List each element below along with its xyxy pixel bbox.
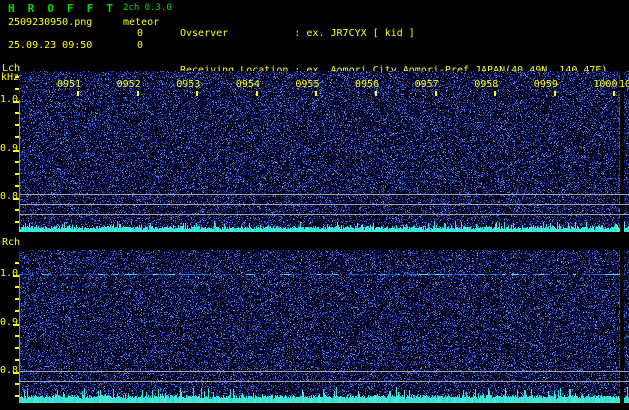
lch-spectrogram [19, 71, 629, 232]
rch-freq-label-0.9: 0.9 [0, 316, 19, 328]
lch-minor-tick [15, 76, 19, 78]
rch-minor-tick [15, 262, 19, 264]
rch-minor-tick [15, 395, 19, 397]
lch-freq-tick-1.0 [13, 101, 19, 103]
lch-minor-tick [15, 136, 19, 138]
rch-spectrogram [19, 250, 629, 403]
rch-minor-tick [15, 347, 19, 349]
time-label-1000: 1000 [593, 79, 618, 90]
time-tick-0957 [434, 91, 437, 96]
lch-freq-tick-0.8 [13, 198, 19, 200]
rch-minor-tick [15, 383, 19, 385]
time-label-0954: 0954 [235, 79, 260, 90]
hrofft-screen: H R O F F T 2ch 0.3.0 2509230950.png met… [0, 0, 629, 410]
lch-minor-tick [15, 88, 19, 90]
lch-freq-tick-0.9 [13, 149, 19, 152]
meteor-counter-label: meteor [123, 17, 160, 28]
lch-minor-tick [15, 161, 19, 163]
rch-freq-tick-1.0 [13, 275, 19, 277]
time-label-0955: 0955 [295, 79, 320, 90]
time-label-0953: 0953 [176, 79, 201, 90]
time-tick-0953 [196, 91, 199, 96]
time-tick-1000 [613, 91, 616, 96]
app-title: H R O F F T [8, 2, 117, 15]
lch-freq-label-1.0: 1.0 [0, 94, 19, 105]
rch-minor-tick [15, 335, 19, 337]
meteor-count-lch: 0 [137, 28, 144, 39]
rch-minor-tick [15, 310, 19, 312]
observer-line: Ovserver : ex. JR7CYX [ kid ] [180, 27, 415, 39]
time-tick-0959 [553, 91, 556, 96]
lch-minor-tick [15, 124, 19, 126]
lch-minor-tick [15, 112, 19, 114]
rch-minor-tick [15, 286, 19, 288]
time-label-0952: 0952 [116, 79, 141, 90]
time-tick-0952 [136, 91, 139, 96]
time-label-0957: 0957 [414, 79, 439, 90]
time-label-0951: 0951 [57, 79, 82, 90]
lch-minor-tick [15, 173, 19, 175]
rch-freq-tick-0.9 [13, 323, 19, 326]
time-tick-0958 [494, 91, 497, 96]
time-tick-0955 [315, 91, 318, 96]
datetime-label: 25.09.23 09:50 [8, 40, 93, 51]
rch-minor-tick [15, 298, 19, 300]
time-label-partial: 10 [619, 79, 629, 90]
time-tick-0954 [255, 91, 258, 96]
app-version: 2ch 0.3.0 [123, 3, 172, 13]
time-label-0956: 0956 [355, 79, 380, 90]
output-filename: 2509230950.png [8, 17, 93, 28]
lch-minor-tick [15, 209, 19, 211]
time-label-0958: 0958 [474, 79, 499, 90]
rch-panel-label: Rch [2, 237, 21, 248]
rch-freq-label-0.8: 0.8 [0, 365, 19, 376]
lch-freq-label-0.9: 0.9 [0, 142, 19, 154]
rch-freq-tick-0.8 [13, 372, 19, 374]
lch-minor-tick [15, 185, 19, 187]
rch-minor-tick [15, 359, 19, 361]
meteor-count-rch: 0 [137, 40, 144, 51]
time-label-0959: 0959 [533, 79, 558, 90]
time-tick-0956 [375, 91, 377, 96]
lch-freq-label-0.8: 0.8 [0, 191, 19, 202]
lch-minor-tick [15, 221, 19, 223]
time-tick-0951 [77, 91, 79, 96]
rch-freq-label-1.0: 1.0 [0, 268, 19, 279]
